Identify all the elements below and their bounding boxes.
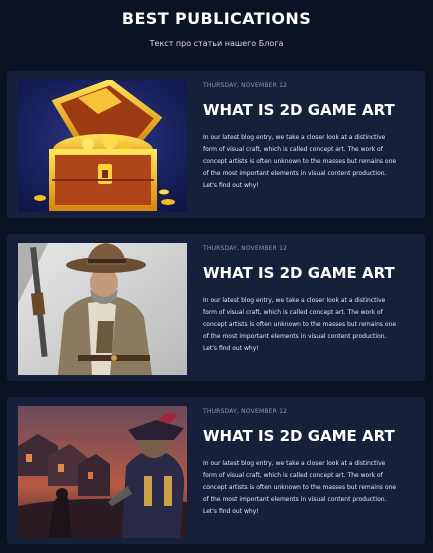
post-card[interactable]: THURSDAY, NOVEMBER 12 WHAT IS 2D GAME AR… — [7, 234, 425, 381]
dark-town-battle-illustration — [18, 406, 187, 538]
section-subtitle: Текст про статьи нашего Блога — [149, 39, 284, 48]
post-excerpt: In our latest blog entry, we take a clos… — [203, 297, 397, 352]
post-image-treasure-chest[interactable] — [18, 80, 187, 212]
gunslinger-illustration — [18, 243, 187, 375]
post-excerpt: In our latest blog entry, we take a clos… — [203, 460, 397, 515]
post-title[interactable]: WHAT IS 2D GAME ART — [203, 101, 395, 119]
post-excerpt: In our latest blog entry, we take a clos… — [203, 134, 397, 189]
treasure-chest-illustration — [18, 80, 187, 212]
post-title[interactable]: WHAT IS 2D GAME ART — [203, 264, 395, 282]
post-image-gunslinger[interactable] — [18, 243, 187, 375]
post-date: THURSDAY, NOVEMBER 12 — [203, 245, 288, 252]
post-title[interactable]: WHAT IS 2D GAME ART — [203, 427, 395, 445]
post-image-dark-town[interactable] — [18, 406, 187, 538]
blog-section: BEST PUBLICATIONS Текст про статьи нашег… — [0, 0, 433, 553]
post-date: THURSDAY, NOVEMBER 12 — [203, 82, 288, 89]
post-date: THURSDAY, NOVEMBER 12 — [203, 408, 288, 415]
section-title: BEST PUBLICATIONS — [121, 9, 312, 28]
post-card[interactable]: THURSDAY, NOVEMBER 12 WHAT IS 2D GAME AR… — [7, 71, 425, 218]
post-card[interactable]: THURSDAY, NOVEMBER 12 WHAT IS 2D GAME AR… — [7, 397, 425, 544]
